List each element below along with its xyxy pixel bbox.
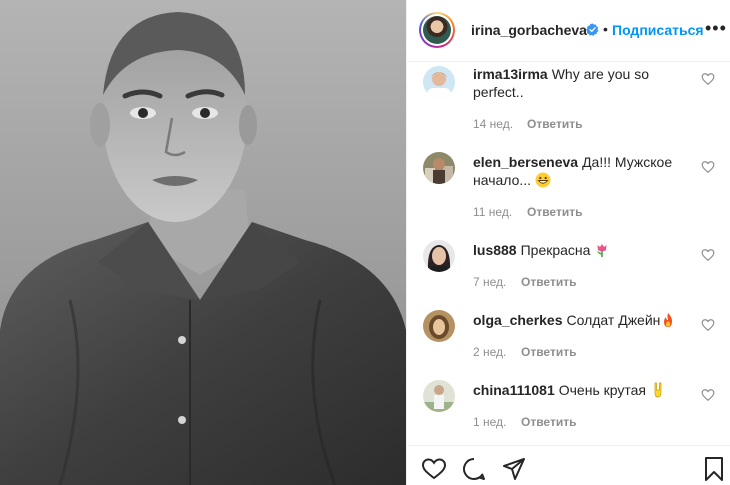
comment-icon[interactable] [461,456,487,482]
more-options-icon[interactable]: ••• [705,19,727,37]
like-comment-icon[interactable] [701,388,715,402]
comment-time[interactable]: 2 нед. [473,345,506,359]
commenter-avatar[interactable] [423,380,455,412]
post-panel: irina_gorbacheva • Подписаться ••• irma1… [406,0,730,485]
post-actions-bar [407,445,730,485]
author-avatar[interactable] [419,12,455,48]
follow-button[interactable]: Подписаться [612,22,704,38]
comment-text: china111081 Очень крутая [473,381,695,399]
comments-list[interactable]: irma13irma Why are you so perfect.. 14 не… [407,62,730,445]
comment-time[interactable]: 1 нед. [473,415,506,429]
grin-emoji-icon [535,172,551,188]
comment-time[interactable]: 7 нед. [473,275,506,289]
share-icon[interactable] [501,456,527,482]
comment-username[interactable]: irma13irma [473,66,548,82]
author-username[interactable]: irina_gorbacheva [471,22,587,38]
bookmark-icon[interactable] [701,456,727,482]
separator-dot: • [603,21,608,37]
comment-text: olga_cherkes Солдат Джейн [473,311,695,329]
like-comment-icon[interactable] [701,248,715,262]
post-photo[interactable] [0,0,406,485]
like-comment-icon[interactable] [701,318,715,332]
comment-body: Солдат Джейн [566,312,661,328]
commenter-avatar[interactable] [423,66,455,98]
commenter-avatar[interactable] [423,152,455,184]
commenter-avatar[interactable] [423,240,455,272]
like-comment-icon[interactable] [701,160,715,174]
tulip-emoji-icon [597,244,607,257]
comment-username[interactable]: elen_berseneva [473,154,578,170]
commenter-avatar[interactable] [423,310,455,342]
verified-badge-icon [586,23,599,36]
comment-time[interactable]: 14 нед. [473,117,513,131]
reply-button[interactable]: Ответить [521,415,576,429]
comment-username[interactable]: china111081 [473,382,555,398]
post-header: irina_gorbacheva • Подписаться ••• [407,0,730,62]
rock-hand-emoji-icon [654,382,662,398]
comment-text: irma13irma Why are you so perfect.. [473,65,695,101]
comment-body: Прекрасна [520,242,591,258]
comment-text: lus888 Прекрасна [473,241,695,259]
comment-username[interactable]: lus888 [473,242,517,258]
reply-button[interactable]: Ответить [527,205,582,219]
reply-button[interactable]: Ответить [521,275,576,289]
reply-button[interactable]: Ответить [521,345,576,359]
comment-username[interactable]: olga_cherkes [473,312,563,328]
heart-icon[interactable] [421,456,447,482]
comment-text: elen_berseneva Да!!! Мужское начало... [473,153,695,189]
like-comment-icon[interactable] [701,72,715,86]
reply-button[interactable]: Ответить [527,117,582,131]
comment-time[interactable]: 11 нед. [473,205,512,219]
fire-emoji-icon [664,313,673,327]
comment-body: Очень крутая [558,382,647,398]
portrait-image [0,0,406,485]
